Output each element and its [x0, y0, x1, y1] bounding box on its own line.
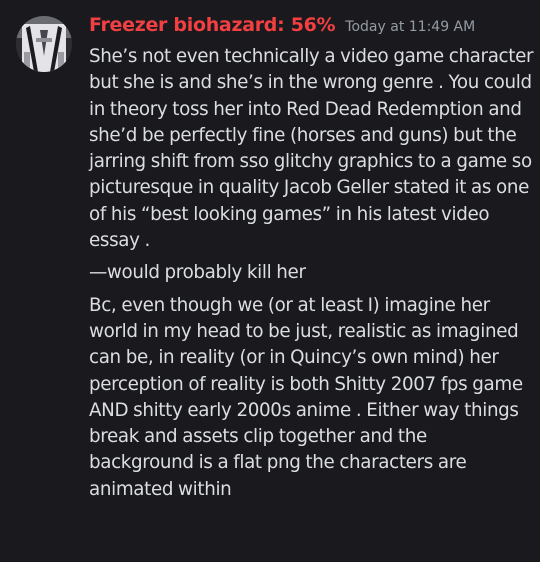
avatar-image — [16, 16, 72, 72]
message-paragraph: —would probably kill her — [89, 262, 306, 284]
message-header: Freezer biohazard: 56% Today at 11:49 AM — [89, 14, 535, 44]
message-paragraph: Bc, even though we (or at least I) imagi… — [89, 294, 523, 500]
chat-message: Freezer biohazard: 56% Today at 11:49 AM… — [0, 0, 540, 562]
message-content: Freezer biohazard: 56% Today at 11:49 AM… — [89, 14, 535, 503]
avatar[interactable] — [16, 16, 72, 72]
username[interactable]: Freezer biohazard: 56% — [89, 14, 336, 36]
timestamp[interactable]: Today at 11:49 AM — [345, 19, 475, 35]
message-paragraph: She’s not even technically a video game … — [89, 46, 534, 252]
